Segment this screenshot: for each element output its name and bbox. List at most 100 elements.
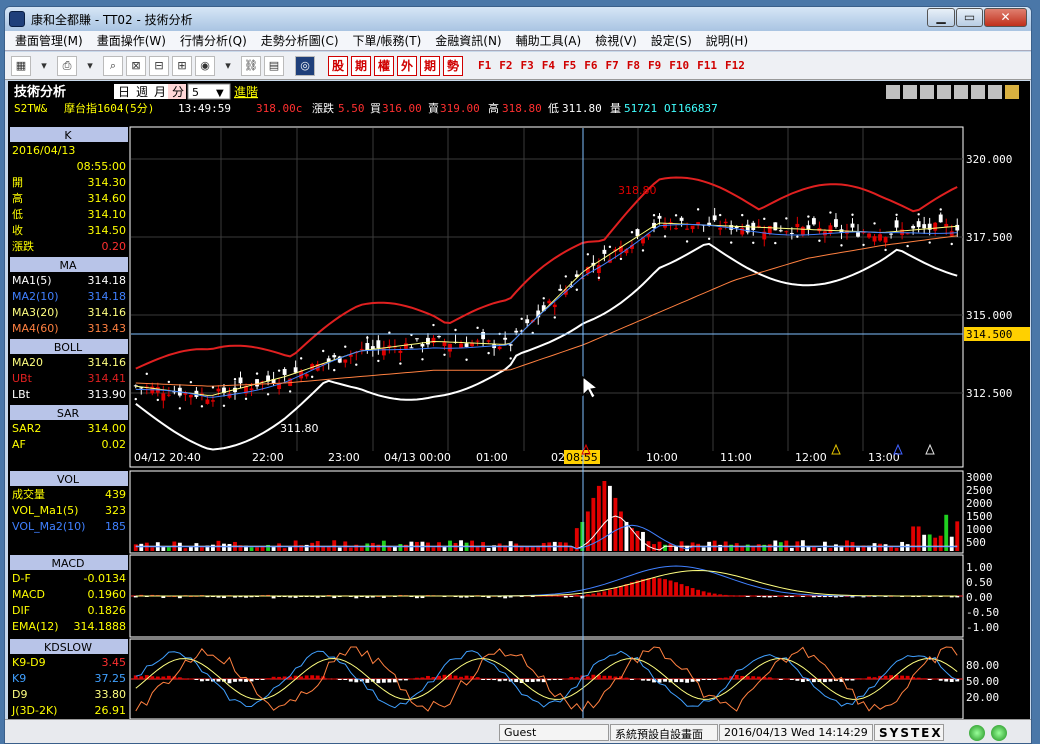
dropdown-arrow-icon[interactable]: ▾ [218,56,238,76]
zoom-in-icon[interactable] [903,85,917,99]
f10-key[interactable]: F10 [669,59,689,72]
menu-help[interactable]: 說明(H) [706,32,748,49]
macd-tick-0: 0.00 [966,591,993,604]
f2-key[interactable]: F2 [499,59,512,72]
app-icon [9,11,25,27]
sar-dot [729,241,733,244]
save-icon[interactable] [971,85,985,99]
sar-dot [134,397,137,401]
volume-bar [652,544,656,551]
vol-tick-1000: 1000 [966,523,993,536]
magnify-icon[interactable] [920,85,934,99]
window-icon[interactable]: ▤ [264,55,284,76]
paint-icon[interactable] [1005,85,1019,99]
volume-bar [674,546,678,551]
info-value: 314.41 [88,372,127,385]
dropdown-arrow-icon[interactable]: ▾ [34,56,54,76]
info-label: VOL_Ma2(10) [12,520,85,533]
advanced-link[interactable]: 進階 [234,84,258,99]
candle-body [602,249,607,254]
chart-canvas[interactable]: 技術分析 日 週 月 分 5 ▼ 進階 S2TW& 摩台指1604(5分) 13… [8,81,1030,719]
f4-key[interactable]: F4 [542,59,555,72]
comment-icon[interactable] [954,85,968,99]
link-icon[interactable]: ⛓ [241,55,261,76]
window-icon[interactable] [988,85,1002,99]
info-label: 收 [12,223,23,237]
kd-bar [547,679,552,681]
sar-dot [509,357,512,360]
minimize-button[interactable]: ▁ [927,8,955,27]
tab-minute-label: 分 [172,85,184,99]
info-label: D9 [12,688,27,701]
f7-key[interactable]: F7 [606,59,619,72]
kd-bar [850,679,855,681]
dropdown-arrow-icon[interactable]: ▾ [80,56,100,76]
options-button[interactable]: 權 [374,55,394,76]
menu-tools[interactable]: 輔助工具(A) [516,32,582,49]
volume-bar [354,544,359,551]
stock-button[interactable]: 股 [328,55,348,76]
toolbar: ▦ ▾ ⎙ ▾ ⌕ ⊠ ⊟ ⊞ ◉ ▾ ⛓ ▤ ◎ 股 期 權 外 期 勢 F1… [5,52,1031,80]
orbit-icon[interactable]: ◉ [195,55,215,76]
futures2-button[interactable]: 期 [420,55,440,76]
status-layout[interactable]: 系統預設自設畫面 [610,724,718,741]
maximize-button[interactable]: ▭ [956,8,983,27]
sar-dot [299,357,303,360]
menu-quote-analysis[interactable]: 行情分析(Q) [180,32,247,49]
search-icon[interactable]: ⌕ [103,55,123,76]
f11-key[interactable]: F11 [697,59,717,72]
f1-key[interactable]: F1 [478,59,491,72]
kd-bar [861,678,866,680]
chevron-down-icon[interactable]: ▼ [216,88,224,99]
info-value: 314.30 [88,176,127,189]
dif-line [135,565,958,597]
section-header: VOL [57,473,80,486]
menu-financial-info[interactable]: 金融資訊(N) [435,32,501,49]
menu-trend-chart[interactable]: 走勢分析圖(C) [261,32,339,49]
menu-screen-operate[interactable]: 畫面操作(W) [97,32,166,49]
close-window-icon[interactable]: ⊠ [126,55,146,76]
print-icon[interactable]: ⎙ [57,55,77,76]
f12-key[interactable]: F12 [725,59,745,72]
f9-key[interactable]: F9 [648,59,661,72]
title-bar[interactable]: 康和全都賺 - TT02 - 技術分析 ▁ ▭ ✕ [5,7,1031,31]
menu-settings[interactable]: 設定(S) [651,32,692,49]
f5-key[interactable]: F5 [563,59,576,72]
macd-bar [701,591,706,596]
volume-bar [183,548,188,551]
menu-screen-manage[interactable]: 畫面管理(M) [15,32,83,49]
kd-bar [332,678,337,680]
close-button[interactable]: ✕ [984,8,1027,27]
menu-view[interactable]: 檢視(V) [595,32,637,49]
menu-order-account[interactable]: 下單/帳務(T) [353,32,422,49]
kd-tick-80: 80.00 [966,659,999,672]
candle-body [547,300,552,304]
info-value: 33.80 [95,688,127,701]
grid-icon[interactable]: ⊞ [172,55,192,76]
foreign-button[interactable]: 外 [397,55,417,76]
f6-key[interactable]: F6 [584,59,597,72]
sar-dot [553,316,556,319]
f8-key[interactable]: F8 [627,59,640,72]
volume-bar [635,530,640,551]
kd-bar [552,679,557,680]
split-icon[interactable]: ⊟ [149,55,169,76]
f3-key[interactable]: F3 [521,59,534,72]
kd-bar [420,677,425,679]
trend-button[interactable]: 勢 [443,55,463,76]
volume-bar [139,543,144,551]
candle-body [304,374,309,377]
magnify-out-icon[interactable] [937,85,951,99]
kd-bar [845,679,849,681]
macd-bar [745,596,750,597]
logo-icon[interactable]: ◎ [295,55,315,76]
kd-bar [255,679,259,680]
macd-bar [646,578,651,596]
candle-body [867,233,871,238]
futures-button[interactable]: 期 [351,55,371,76]
candle-body [188,394,193,398]
layout-icon[interactable]: ▦ [11,55,31,76]
zoom-out-icon[interactable] [886,85,900,99]
candle-body [437,336,441,338]
kd-bar [569,676,574,679]
